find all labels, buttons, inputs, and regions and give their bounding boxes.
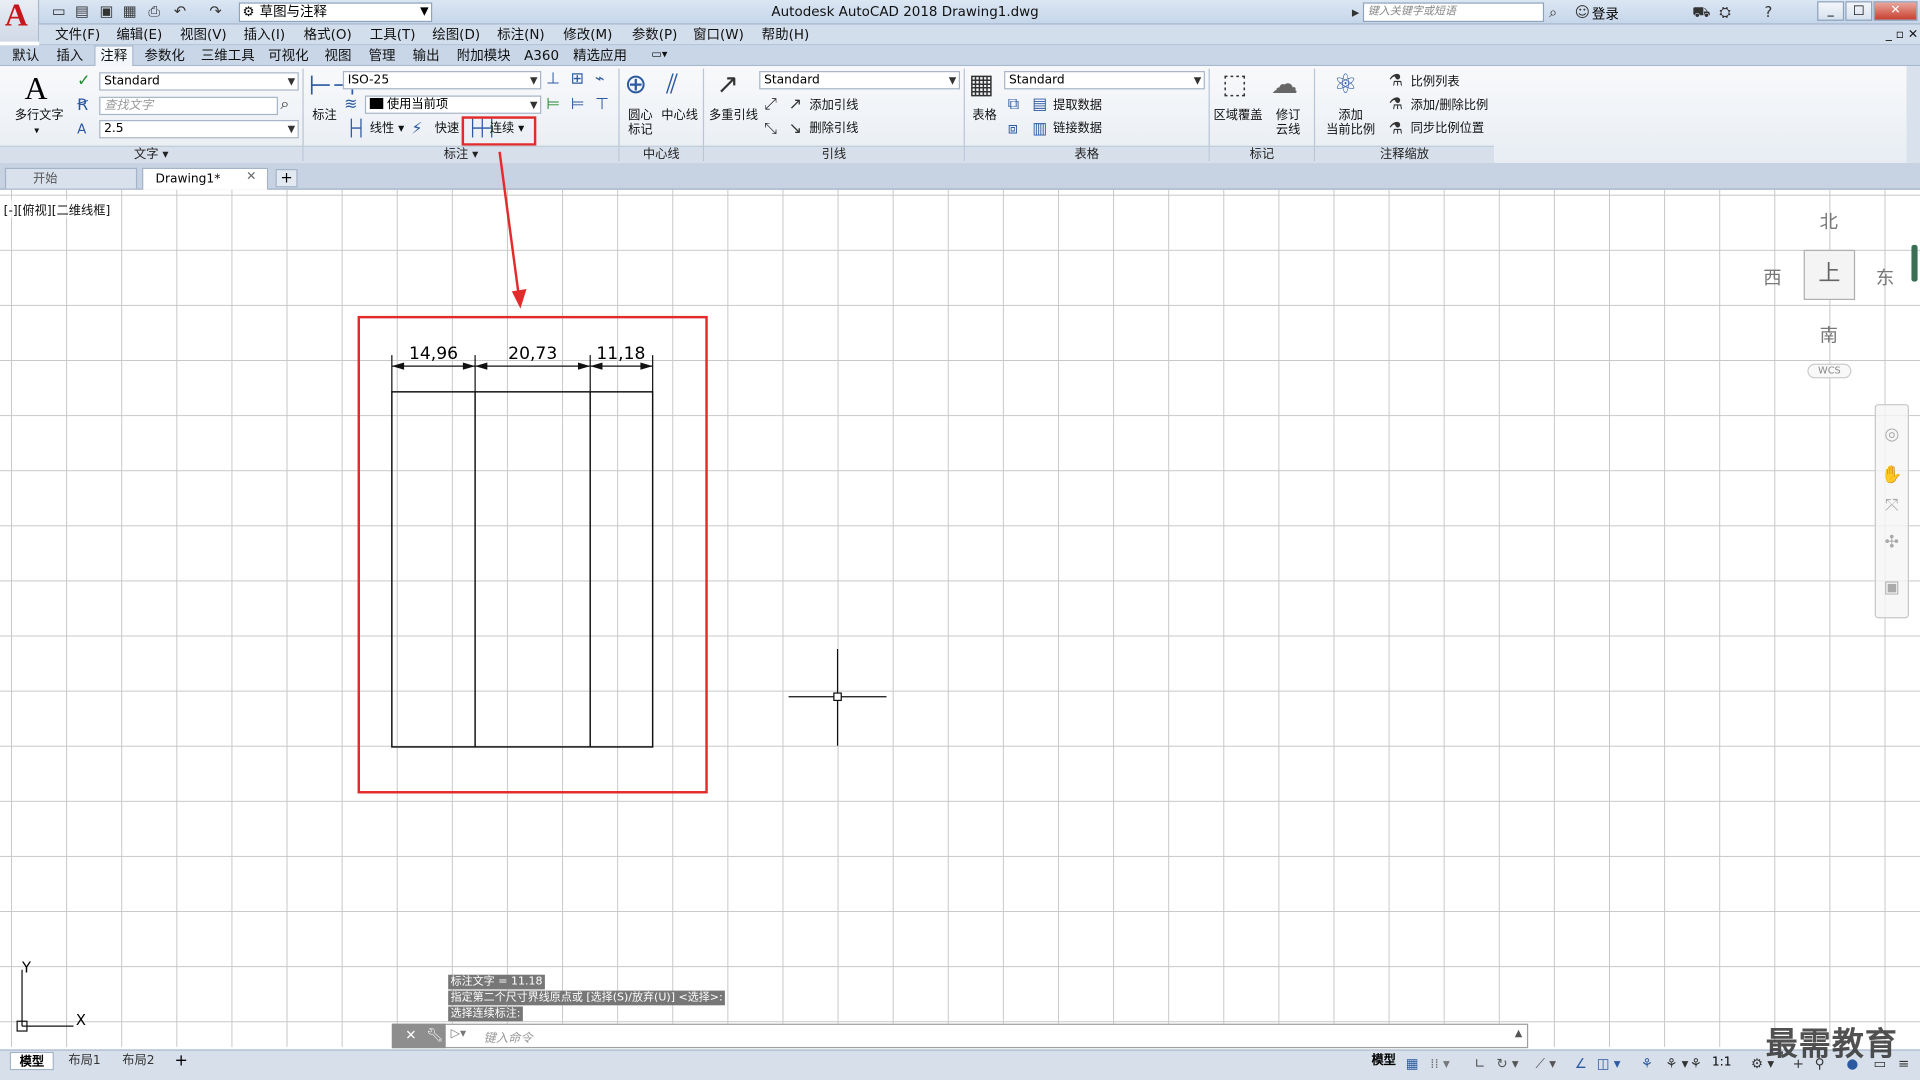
orbit-icon[interactable]: ✣ xyxy=(1880,533,1904,553)
ucs-x-label: X xyxy=(75,1011,87,1029)
crosshair-cursor xyxy=(788,648,887,746)
ortho-icon[interactable]: ∟ xyxy=(1474,1056,1485,1073)
layout-tab-model[interactable]: 模型 xyxy=(9,1051,54,1071)
command-history-toggle[interactable]: ▲ xyxy=(1515,1027,1523,1038)
command-bar xyxy=(391,1023,1529,1049)
highlight-rect xyxy=(357,315,708,794)
rectangle-shape xyxy=(391,391,654,748)
scroll-indicator[interactable] xyxy=(1911,244,1918,282)
close-icon[interactable]: ✕ xyxy=(405,1027,416,1043)
customize-icon[interactable]: ≡ xyxy=(1898,1056,1909,1073)
pointer-arrow-head xyxy=(511,288,527,309)
layout-tab-2[interactable]: 布局2 xyxy=(115,1052,162,1070)
viewcube-south[interactable]: 南 xyxy=(1820,322,1838,348)
viewcube-north[interactable]: 北 xyxy=(1820,208,1838,234)
viewcube-west[interactable]: 西 xyxy=(1763,264,1781,290)
model-space-button[interactable]: 模型 xyxy=(1371,1052,1395,1070)
auto-scale-icon[interactable]: ⚘ ▾ xyxy=(1665,1056,1688,1073)
drawing-geometry xyxy=(357,151,887,794)
wrench-icon[interactable]: 🔧︎ xyxy=(426,1027,443,1043)
layout-tab-1[interactable]: 布局1 xyxy=(61,1052,108,1070)
object-snap-icon[interactable]: ◫ ▾ xyxy=(1597,1056,1621,1073)
dim-text-3: 11,18 xyxy=(596,344,646,364)
snap-icon[interactable]: ⁞⁞ ▾ xyxy=(1430,1056,1450,1073)
command-history-line: 选择连续标注: xyxy=(448,1006,523,1022)
pan-icon[interactable]: ✋ xyxy=(1880,465,1904,485)
dim-text-2: 20,73 xyxy=(508,344,558,364)
pointer-arrow-line xyxy=(498,151,521,299)
object-snap-tracking-icon[interactable]: ∠ xyxy=(1575,1056,1587,1073)
command-input[interactable]: 键入命令 xyxy=(484,1027,533,1045)
steering-wheel-icon[interactable]: ◎ xyxy=(1880,425,1904,445)
new-layout-button[interactable]: + xyxy=(171,1052,191,1070)
showmotion-icon[interactable]: ▣ xyxy=(1880,578,1904,598)
dim-text-1: 14,96 xyxy=(408,344,459,364)
command-prompt-icon[interactable]: ▷▾ xyxy=(451,1027,467,1040)
zoom-icon[interactable]: ⤧ xyxy=(1880,496,1904,516)
wcs-menu[interactable]: WCS xyxy=(1807,363,1852,379)
isodraft-icon[interactable]: ⟋ ▾ xyxy=(1536,1056,1556,1073)
polar-icon[interactable]: ↻ ▾ xyxy=(1496,1056,1518,1073)
command-history-line: 标注文字 = 11.18 xyxy=(448,974,545,990)
autocad-window: A ▭ ▤ ▣ ▦ ⎙ ↶ ↷ ⚙ 草图与注释 ▼ Autodesk AutoC… xyxy=(0,0,1920,1080)
viewcube-top-face[interactable]: 上 xyxy=(1803,249,1856,301)
annotation-visibility-icon[interactable]: ⚘ xyxy=(1641,1056,1653,1073)
ucs-y-label: Y xyxy=(22,958,32,976)
viewcube-east[interactable]: 东 xyxy=(1876,264,1894,290)
watermark-logo: 最需教育 xyxy=(1765,1026,1898,1063)
annotation-scale-icon[interactable]: ⚘ xyxy=(1690,1056,1702,1073)
annotation-scale-value[interactable]: 1:1 xyxy=(1712,1053,1732,1071)
grid-icon[interactable]: ▦ xyxy=(1406,1056,1419,1073)
status-bar xyxy=(0,1049,1920,1080)
command-history-line: 指定第二个尺寸界线原点或 [选择(S)/放弃(U)] <选择>: xyxy=(448,990,726,1006)
